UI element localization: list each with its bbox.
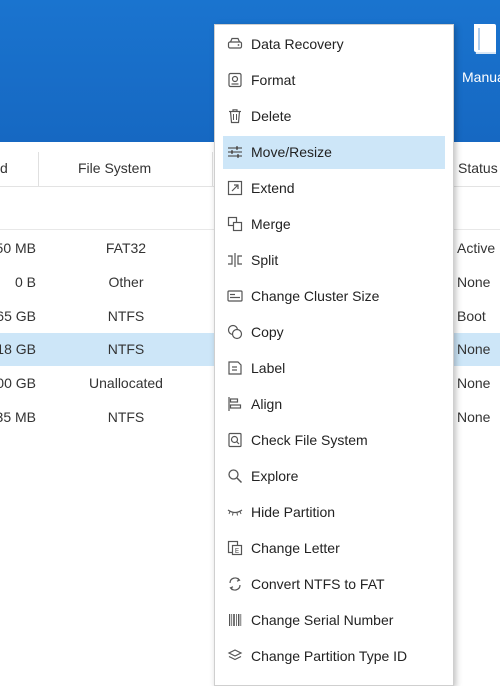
cell-file-system: NTFS <box>107 409 145 425</box>
column-header-size[interactable]: d <box>0 160 8 176</box>
cell-file-system: NTFS <box>107 341 145 357</box>
menu-item-label: Move/Resize <box>251 144 332 160</box>
menu-item-align[interactable]: Align <box>223 388 445 421</box>
menu-item-label: Merge <box>251 216 291 232</box>
menu-item-change-letter[interactable]: E Change Letter <box>223 532 445 565</box>
copy-icon <box>227 324 243 340</box>
layers-icon <box>227 649 243 661</box>
cell-file-system: Unallocated <box>89 375 163 391</box>
cell-size: 35 MB <box>0 409 36 425</box>
menu-item-label: Copy <box>251 324 284 340</box>
cell-status: None <box>457 375 491 391</box>
menu-item-delete[interactable]: Delete <box>223 100 445 133</box>
search-icon <box>228 469 243 484</box>
cell-size: 50 MB <box>0 240 36 256</box>
format-icon <box>228 72 242 88</box>
menu-item-convert-ntfs-to-fat[interactable]: Convert NTFS to FAT <box>223 568 445 601</box>
svg-text:E: E <box>235 547 239 555</box>
menu-item-split[interactable]: Split <box>223 244 445 277</box>
cell-size: 18 GB <box>0 341 36 357</box>
manual-label: Manual <box>462 69 500 85</box>
menu-item-label: Change Letter <box>251 540 340 556</box>
cell-status: Boot <box>457 308 486 324</box>
menu-item-label: Data Recovery <box>251 36 344 52</box>
column-divider[interactable] <box>38 152 39 186</box>
menu-item-label: Explore <box>251 468 299 484</box>
cell-size: 0 B <box>14 274 36 290</box>
book-icon <box>474 24 496 54</box>
menu-item-check-file-system[interactable]: Check File System <box>223 424 445 457</box>
menu-item-label: Split <box>251 252 279 268</box>
menu-item-explore[interactable]: Explore <box>223 460 445 493</box>
cell-file-system: Other <box>108 274 144 290</box>
context-menu: Data Recovery Format Delete Move/Resize <box>214 24 454 686</box>
cell-file-system: FAT32 <box>105 240 147 256</box>
cell-status: Active <box>457 240 496 256</box>
convert-icon <box>229 577 241 591</box>
cell-status: None <box>457 274 491 290</box>
menu-item-label: Change Serial Number <box>251 612 394 628</box>
cell-size: 00 GB <box>0 375 36 391</box>
column-header-status[interactable]: Status <box>458 160 498 176</box>
column-divider[interactable] <box>212 152 213 186</box>
menu-item-label: Extend <box>251 180 295 196</box>
cell-status: None <box>457 341 491 357</box>
menu-item-change-cluster-size[interactable]: Change Cluster Size <box>223 280 445 313</box>
menu-item-format[interactable]: Format <box>223 64 445 97</box>
menu-item-label: Check File System <box>251 432 368 448</box>
sliders-icon <box>228 146 242 158</box>
merge-icon <box>227 216 243 232</box>
manual-button[interactable]: Manual <box>456 22 500 92</box>
change-letter-icon: E <box>227 540 243 556</box>
menu-item-change-serial-number[interactable]: Change Serial Number <box>223 604 445 637</box>
cell-file-system: NTFS <box>107 308 145 324</box>
menu-item-move-resize[interactable]: Move/Resize <box>223 136 445 169</box>
barcode-icon <box>229 614 242 626</box>
data-recovery-icon <box>227 37 243 49</box>
menu-item-label: Format <box>251 72 296 88</box>
menu-item-label: Change Partition Type ID <box>251 648 408 664</box>
check-file-icon <box>228 432 242 448</box>
trash-icon <box>229 109 241 124</box>
menu-item-label: Align <box>251 396 283 412</box>
menu-item-label: Label <box>251 360 286 376</box>
menu-item-merge[interactable]: Merge <box>223 208 445 241</box>
align-icon <box>228 397 242 411</box>
menu-item-copy[interactable]: Copy <box>223 316 445 349</box>
hide-eye-icon <box>227 509 243 516</box>
cell-size: 65 GB <box>0 308 36 324</box>
menu-item-label-action[interactable]: Label <box>223 352 445 385</box>
menu-item-data-recovery[interactable]: Data Recovery <box>223 28 445 61</box>
menu-item-label: Delete <box>251 108 292 124</box>
menu-item-extend[interactable]: Extend <box>223 172 445 205</box>
menu-item-hide-partition[interactable]: Hide Partition <box>223 496 445 529</box>
menu-item-label: Change Cluster Size <box>251 288 380 304</box>
menu-item-label: Hide Partition <box>251 504 336 520</box>
label-icon <box>228 361 242 375</box>
split-icon <box>228 253 242 267</box>
column-header-file-system[interactable]: File System <box>78 160 151 176</box>
extend-icon <box>227 180 243 196</box>
menu-item-label: Convert NTFS to FAT <box>251 576 385 592</box>
cell-status: None <box>457 409 491 425</box>
cluster-icon <box>227 290 243 302</box>
